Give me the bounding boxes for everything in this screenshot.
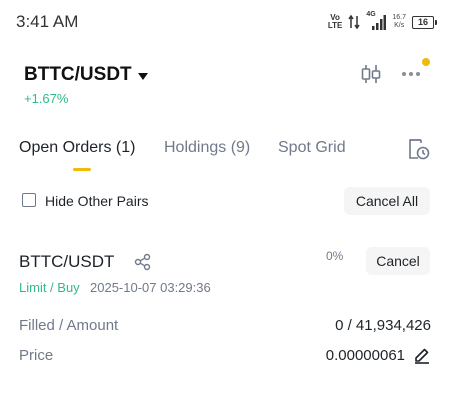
pair-name: BTTC/USDT bbox=[24, 64, 132, 85]
network-speed: 16.7 K/s bbox=[392, 14, 406, 29]
tab-holdings[interactable]: Holdings (9) bbox=[164, 139, 250, 157]
status-time: 3:41 AM bbox=[16, 12, 79, 31]
cancel-all-button[interactable]: Cancel All bbox=[344, 187, 430, 215]
fill-progress: 0% bbox=[326, 249, 344, 263]
status-icons: Vo LTE 4G 16.7 K/s 16 bbox=[327, 11, 437, 32]
data-transfer-icon bbox=[348, 14, 360, 30]
order-history-icon[interactable] bbox=[407, 137, 431, 161]
tab-open-orders[interactable]: Open Orders (1) bbox=[19, 139, 135, 157]
order-pair: BTTC/USDT bbox=[19, 252, 115, 271]
price-change: +1.67% bbox=[24, 91, 69, 106]
order-type: Limit / Buy bbox=[19, 280, 80, 295]
price-value: 0.00000061 bbox=[325, 346, 405, 364]
battery-icon: 16 bbox=[412, 15, 437, 29]
filled-amount-value: 0 / 41,934,426 bbox=[335, 317, 431, 334]
active-tab-indicator bbox=[73, 168, 91, 171]
share-icon[interactable] bbox=[134, 253, 152, 271]
price-label: Price bbox=[19, 347, 54, 364]
notification-dot bbox=[422, 58, 430, 66]
price-row: 0.00000061 bbox=[326, 346, 431, 364]
more-dots-icon[interactable] bbox=[402, 66, 426, 82]
caret-down-icon bbox=[137, 72, 148, 80]
pair-selector[interactable]: BTTC/USDT bbox=[24, 64, 148, 86]
cancel-order-button[interactable]: Cancel bbox=[366, 247, 430, 275]
hide-other-pairs-label[interactable]: Hide Other Pairs bbox=[45, 193, 148, 209]
order-timestamp: 2025-10-07 03:29:36 bbox=[90, 280, 211, 295]
signal-icon: 4G bbox=[366, 11, 387, 31]
candlestick-chart-icon[interactable] bbox=[360, 64, 382, 84]
hide-other-pairs-checkbox[interactable] bbox=[22, 193, 36, 207]
volte-indicator: Vo LTE bbox=[327, 13, 343, 30]
edit-pencil-icon[interactable] bbox=[413, 346, 431, 364]
filled-amount-label: Filled / Amount bbox=[19, 317, 119, 334]
tab-spot-grid[interactable]: Spot Grid bbox=[278, 139, 346, 157]
